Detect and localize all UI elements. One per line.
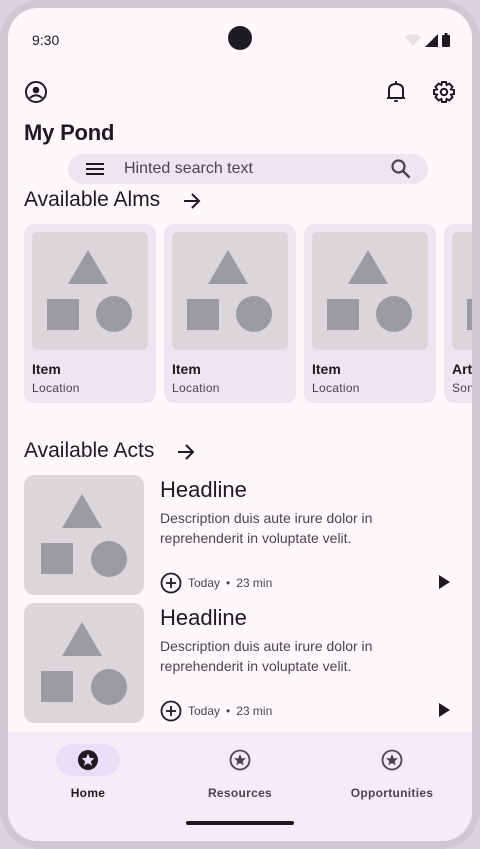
nav-label-opportunities: Opportunities bbox=[350, 786, 434, 800]
add-circle-icon[interactable] bbox=[160, 700, 182, 722]
settings-button[interactable] bbox=[430, 78, 458, 106]
alms-card[interactable]: Item Location bbox=[304, 224, 436, 403]
battery-icon bbox=[442, 33, 450, 47]
card-subtitle: Location bbox=[312, 381, 360, 395]
star-circle-icon bbox=[229, 749, 251, 771]
nav-label-resources: Resources bbox=[207, 786, 273, 800]
image-placeholder bbox=[24, 475, 144, 595]
list-meta: Today • 23 min bbox=[160, 700, 272, 722]
alms-card[interactable]: Item Location bbox=[24, 224, 156, 403]
image-placeholder bbox=[24, 603, 144, 723]
nav-item-opportunities[interactable]: Opportunities bbox=[322, 744, 462, 804]
notifications-button[interactable] bbox=[382, 78, 410, 106]
meta-separator: • bbox=[226, 704, 231, 718]
camera-cutout bbox=[228, 26, 252, 50]
nav-item-resources[interactable]: Resources bbox=[170, 744, 310, 804]
screen: 9:30 My Pond Hinted search text Availabl… bbox=[8, 8, 472, 841]
list-description: Description duis aute irure dolor in rep… bbox=[160, 638, 373, 674]
image-placeholder bbox=[452, 232, 472, 350]
add-circle-icon[interactable] bbox=[160, 572, 182, 594]
settings-icon bbox=[433, 81, 455, 103]
card-title: Item bbox=[172, 361, 201, 377]
nav-item-home[interactable]: Home bbox=[18, 744, 158, 804]
star-circle-icon bbox=[78, 750, 98, 770]
list-meta: Today • 23 min bbox=[160, 572, 272, 594]
card-subtitle: Location bbox=[172, 381, 220, 395]
list-item[interactable]: Headline Description duis aute irure dol… bbox=[24, 603, 472, 723]
list-headline: Headline bbox=[160, 605, 247, 630]
list-description: Description duis aute irure dolor in rep… bbox=[160, 510, 373, 546]
list-date: Today bbox=[188, 704, 221, 718]
arrow-right-icon[interactable] bbox=[176, 442, 196, 462]
list-item[interactable]: Headline Description duis aute irure dol… bbox=[24, 475, 472, 595]
image-placeholder bbox=[172, 232, 288, 350]
status-icons bbox=[405, 33, 450, 47]
alms-card[interactable]: Item Location bbox=[164, 224, 296, 403]
alms-carousel[interactable]: Item Location Item Location Item Locatio… bbox=[24, 224, 472, 404]
meta-separator: • bbox=[226, 576, 231, 590]
list-headline: Headline bbox=[160, 477, 247, 502]
shapes-placeholder-icon bbox=[41, 494, 127, 577]
card-subtitle: Location bbox=[32, 381, 80, 395]
shapes-placeholder-icon bbox=[47, 250, 132, 332]
play-icon[interactable] bbox=[436, 574, 452, 590]
shapes-placeholder-icon bbox=[187, 250, 272, 332]
arrow-right-icon[interactable] bbox=[182, 191, 202, 211]
signal-icon bbox=[425, 33, 438, 47]
list-duration: 23 min bbox=[236, 704, 273, 718]
section-title-acts: Available Acts bbox=[24, 439, 155, 462]
play-icon[interactable] bbox=[436, 702, 452, 718]
status-time: 9:30 bbox=[32, 32, 60, 48]
page-title: My Pond bbox=[24, 120, 115, 145]
nav-label-home: Home bbox=[70, 786, 106, 800]
search-icon[interactable] bbox=[390, 158, 412, 180]
account-circle-icon bbox=[25, 81, 47, 103]
menu-icon[interactable] bbox=[86, 160, 104, 178]
star-circle-icon bbox=[381, 749, 403, 771]
card-title: Art bbox=[452, 361, 472, 377]
shapes-placeholder-icon bbox=[327, 250, 412, 332]
shapes-placeholder-icon bbox=[41, 622, 127, 705]
alms-card[interactable]: Art Son bbox=[444, 224, 472, 403]
search-bar[interactable]: Hinted search text bbox=[68, 154, 428, 184]
card-subtitle: Son bbox=[452, 381, 472, 395]
image-placeholder bbox=[312, 232, 428, 350]
notifications-icon bbox=[387, 81, 405, 102]
card-title: Item bbox=[312, 361, 341, 377]
active-indicator bbox=[56, 744, 120, 776]
list-duration: 23 min bbox=[236, 576, 273, 590]
wifi-icon bbox=[405, 34, 421, 46]
list-date: Today bbox=[188, 576, 221, 590]
device-frame: 9:30 My Pond Hinted search text Availabl… bbox=[0, 0, 480, 849]
card-title: Item bbox=[32, 361, 61, 377]
home-indicator[interactable] bbox=[186, 821, 294, 825]
search-input[interactable]: Hinted search text bbox=[124, 160, 253, 178]
shapes-placeholder-icon bbox=[467, 299, 472, 330]
section-title-alms: Available Alms bbox=[24, 188, 161, 211]
account-button[interactable] bbox=[22, 78, 50, 106]
image-placeholder bbox=[32, 232, 148, 350]
